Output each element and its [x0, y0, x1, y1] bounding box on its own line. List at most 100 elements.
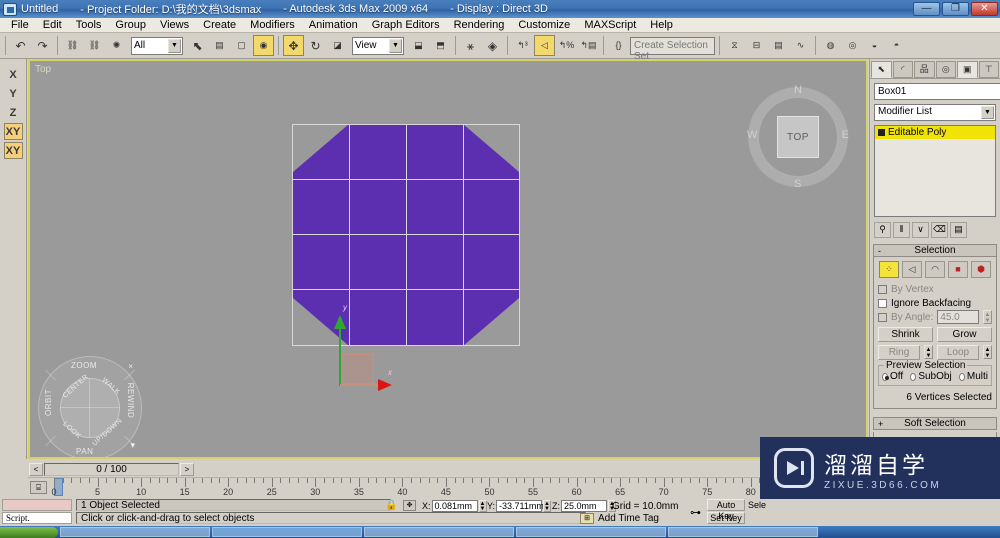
key-mode-icon[interactable]: ⌸ [30, 481, 47, 494]
menu-item-tools[interactable]: Tools [69, 18, 109, 32]
layer-manager-button[interactable]: ▤ [768, 35, 789, 56]
remove-modifier-icon[interactable]: ⌫ [931, 221, 948, 238]
select-by-name-button[interactable]: ▤ [209, 35, 230, 56]
grow-button[interactable]: Grow [937, 327, 992, 342]
show-end-result-icon[interactable]: ⦀ [893, 221, 910, 238]
modify-tab[interactable]: ◜ [892, 61, 913, 78]
viewport-top[interactable]: Top y x N E S W TOP ZOOM PAN ORBIT REWIN… [28, 59, 868, 459]
minimize-button[interactable]: — [913, 2, 940, 16]
select-and-scale-button[interactable]: ◪ [327, 35, 348, 56]
select-and-rotate-button[interactable]: ↻ [305, 35, 326, 56]
prev-frame-button[interactable]: < [29, 462, 43, 476]
taskbar-item[interactable] [516, 527, 666, 537]
curve-editor-button[interactable]: ∿ [790, 35, 811, 56]
menu-item-help[interactable]: Help [643, 18, 680, 32]
ring-button[interactable]: Ring [878, 345, 920, 360]
modifier-list-dropdown[interactable]: Modifier List ▼ [874, 104, 996, 121]
display-tab[interactable]: ▣ [957, 61, 978, 78]
menu-item-animation[interactable]: Animation [302, 18, 365, 32]
angle-snap-toggle-button[interactable]: ◁ [534, 35, 555, 56]
view-cube[interactable]: N E S W TOP [747, 84, 849, 190]
configure-sets-icon[interactable]: ▤ [950, 221, 967, 238]
maximize-button[interactable]: ❐ [942, 2, 969, 16]
gizmo-xy-plane-handle[interactable] [340, 354, 374, 384]
snaps-toggle-button[interactable]: ↰³ [512, 35, 533, 56]
chevron-down-icon[interactable]: ▼ [168, 38, 181, 53]
border-subobject-button[interactable]: ◠ [925, 261, 945, 278]
y-spinner[interactable]: ▲ ▼ [543, 500, 552, 512]
maxscript-mini-listener[interactable] [2, 499, 72, 511]
render-setup-button[interactable]: ◎ [842, 35, 863, 56]
compass-east-label[interactable]: E [842, 129, 849, 141]
set-key-button[interactable]: Set Key [707, 512, 745, 524]
by-vertex-row[interactable]: By Vertex [878, 282, 992, 296]
element-subobject-button[interactable]: ⬢ [971, 261, 991, 278]
use-selection-center-button[interactable]: ⬒ [430, 35, 451, 56]
by-vertex-checkbox[interactable] [878, 284, 887, 294]
add-time-tag[interactable]: ⊞ Add Time Tag [580, 513, 659, 524]
menu-item-maxscript[interactable]: MAXScript [577, 18, 643, 32]
ring-spinner[interactable]: ▲ ▼ [924, 345, 933, 359]
gizmo-y-axis[interactable] [339, 326, 341, 386]
ignore-backfacing-row[interactable]: Ignore Backfacing [878, 296, 992, 310]
x-spinner[interactable]: ▲ ▼ [478, 500, 487, 512]
wheel-rewind[interactable]: REWIND [126, 383, 135, 418]
menu-item-edit[interactable]: Edit [36, 18, 69, 32]
bind-to-space-warp-button[interactable]: ✺ [106, 35, 127, 56]
auto-key-button[interactable]: Auto Key [707, 499, 745, 521]
wheel-orbit[interactable]: ORBIT [44, 389, 53, 416]
edge-subobject-button[interactable]: ◁ [902, 261, 922, 278]
menu-item-create[interactable]: Create [196, 18, 243, 32]
align-tool-button[interactable]: ⊟ [746, 35, 767, 56]
menu-item-modifiers[interactable]: Modifiers [243, 18, 302, 32]
selection-rollout-header[interactable]: - Selection [873, 244, 997, 257]
reference-coordinate-dropdown[interactable]: View ▼ [352, 36, 404, 55]
unlink-selection-button[interactable]: ⛓ [84, 35, 105, 56]
chevron-down-icon[interactable]: ▼ [981, 106, 994, 119]
soft-selection-header[interactable]: + Soft Selection [873, 417, 997, 430]
undo-button[interactable]: ↶ [10, 35, 31, 56]
preview-off-radio[interactable] [882, 372, 889, 381]
axis-constraint-y-1[interactable]: Y [4, 85, 23, 102]
view-cube-top-face[interactable]: TOP [777, 116, 819, 158]
pin-stack-icon[interactable]: ⚲ [874, 221, 891, 238]
vertex-subobject-button[interactable]: ⁘ [879, 261, 899, 278]
menu-item-rendering[interactable]: Rendering [447, 18, 512, 32]
menu-item-file[interactable]: File [4, 18, 36, 32]
shrink-button[interactable]: Shrink [878, 327, 933, 342]
taskbar-item[interactable] [364, 527, 514, 537]
menu-item-group[interactable]: Group [108, 18, 153, 32]
close-button[interactable]: ✕ [971, 2, 998, 16]
start-button[interactable] [0, 526, 58, 538]
by-angle-checkbox[interactable] [878, 312, 887, 322]
time-tag-icon[interactable]: ⊞ [580, 513, 594, 524]
loop-spinner[interactable]: ▲ ▼ [983, 345, 992, 359]
by-angle-spinner[interactable]: ▲ ▼ [983, 310, 992, 324]
selection-filter-dropdown[interactable]: All ▼ [131, 36, 183, 55]
steering-wheel[interactable]: ZOOM PAN ORBIT REWIND CENTER WALK LOOK U… [38, 356, 142, 457]
x-input[interactable]: 0.081mm [431, 500, 478, 512]
menu-item-customize[interactable]: Customize [511, 18, 577, 32]
axis-constraint-x-0[interactable]: X [4, 66, 23, 83]
modifier-stack[interactable]: Editable Poly [874, 125, 996, 217]
hierarchy-tab[interactable]: 品 [914, 61, 935, 78]
taskbar-item[interactable] [60, 527, 210, 537]
collapse-icon[interactable]: - [878, 246, 881, 256]
y-input[interactable]: -33.711mm [496, 500, 544, 512]
rectangular-selection-region-button[interactable]: ▢ [231, 35, 252, 56]
use-pivot-point-center-button[interactable]: ⬓ [408, 35, 429, 56]
script-label[interactable]: Script. [2, 512, 72, 524]
animation-key-icon[interactable]: ⊶ [690, 506, 701, 519]
menu-item-graph-editors[interactable]: Graph Editors [365, 18, 447, 32]
gizmo-y-arrow-icon[interactable] [334, 315, 346, 329]
motion-tab[interactable]: ◎ [935, 61, 956, 78]
z-input[interactable]: 25.0mm [561, 500, 607, 512]
utilities-tab[interactable]: ⊤ [978, 61, 999, 78]
select-object-button[interactable]: ⬉ [187, 35, 208, 56]
lock-selection-icon[interactable]: 🔒 [385, 500, 397, 511]
stack-toggle-icon[interactable] [878, 129, 885, 136]
compass-west-label[interactable]: W [747, 129, 757, 141]
ignore-backfacing-checkbox[interactable] [878, 298, 887, 308]
track-bar-ruler[interactable]: ⌸ 051015202530354045505560657075808590 [28, 477, 868, 498]
absolute-mode-transform-icon[interactable]: ✥ [403, 500, 416, 511]
